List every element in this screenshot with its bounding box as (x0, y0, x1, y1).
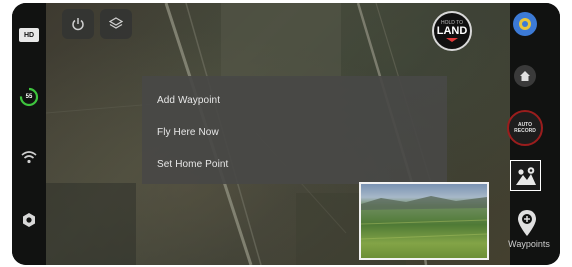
layers-icon (109, 17, 123, 29)
wifi-icon[interactable] (20, 149, 38, 165)
land-arrow-icon (446, 38, 458, 42)
layers-button[interactable] (100, 9, 132, 39)
land-label: LAND (436, 25, 468, 37)
camera-preview[interactable] (359, 182, 489, 260)
camera-preview-scene (361, 196, 487, 240)
menu-item-fly-here-now[interactable]: Fly Here Now (157, 127, 219, 138)
battery-label: 55 (25, 94, 33, 100)
hd-label: HD (23, 31, 35, 39)
waypoints-icon[interactable] (517, 209, 537, 237)
left-sidebar: HD 55 (12, 3, 46, 265)
drone-app-frame: HD 55 Add Waypoint Fly Here Now Set Home… (12, 3, 560, 265)
home-icon[interactable] (514, 65, 536, 87)
waypoints-label[interactable]: Waypoints (501, 239, 557, 249)
compass-icon[interactable] (513, 12, 537, 36)
map-context-menu: Add Waypoint Fly Here Now Set Home Point (142, 76, 447, 184)
waypoint-mode-icon[interactable] (510, 160, 541, 191)
auto-record-label-2: RECORD (514, 128, 536, 134)
hd-icon[interactable]: HD (19, 28, 39, 42)
power-icon (72, 18, 84, 31)
auto-record-icon[interactable]: AUTO RECORD (507, 110, 543, 146)
menu-item-set-home-point[interactable]: Set Home Point (157, 159, 228, 170)
hold-to-land-button[interactable]: HOLD TO LAND (432, 11, 472, 51)
battery-icon[interactable]: 55 (19, 87, 39, 107)
menu-item-add-waypoint[interactable]: Add Waypoint (157, 95, 220, 106)
settings-icon[interactable] (21, 212, 37, 228)
power-button[interactable] (62, 9, 94, 39)
